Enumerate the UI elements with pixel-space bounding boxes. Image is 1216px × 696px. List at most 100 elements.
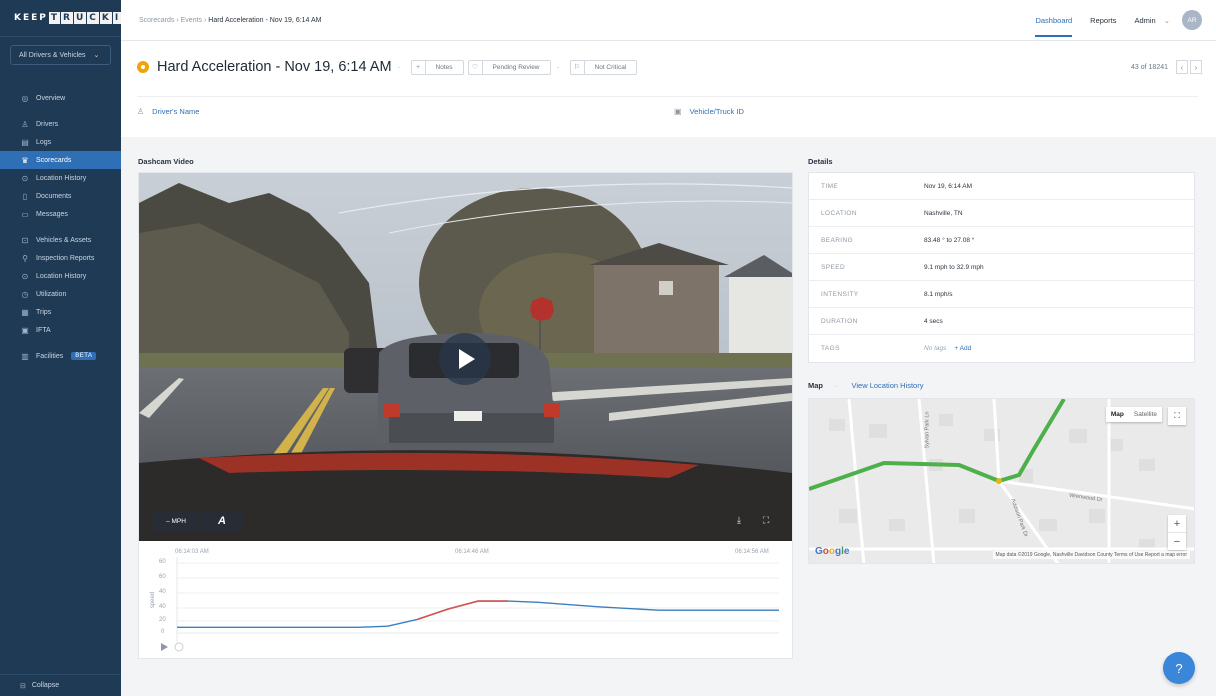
- fullscreen-icon[interactable]: ⛶: [763, 515, 769, 526]
- help-button[interactable]: ?: [1163, 652, 1195, 684]
- detail-row-intensity: INTENSITY 8.1 mph/s: [809, 281, 1194, 308]
- sidebar-item-documents[interactable]: ▯ Documents: [0, 187, 121, 205]
- heading-indicator: A: [201, 511, 243, 531]
- detail-key: LOCATION: [821, 209, 857, 217]
- driver-name: Driver's Name: [152, 107, 200, 116]
- street-label: Sylvan Park Ln: [924, 411, 931, 449]
- detail-row-tags: TAGS No tags + Add: [809, 335, 1194, 362]
- separator-dot: ·: [397, 62, 401, 72]
- sidebar-item-location-history[interactable]: ⊙ Location History: [0, 169, 121, 187]
- scope-selector[interactable]: All Drivers & Vehicles ⌄: [10, 45, 111, 65]
- zoom-in-button[interactable]: +: [1168, 515, 1186, 532]
- notes-button[interactable]: + Notes: [410, 59, 464, 75]
- wrench-icon: ⚲: [22, 253, 28, 263]
- person-icon: ♙: [21, 119, 29, 129]
- sidebar-item-facilities[interactable]: ▥ Facilities BETA: [0, 347, 121, 365]
- sidebar-item-inspection-reports[interactable]: ⚲ Inspection Reports: [0, 249, 121, 267]
- detail-value: Nov 19, 6:14 AM: [924, 182, 973, 190]
- driver-link[interactable]: ♙ Driver's Name: [137, 107, 199, 116]
- breadcrumb-scorecards[interactable]: Scorecards: [139, 17, 174, 24]
- top-bar: Scorecards › Events › Hard Acceleration …: [121, 0, 1216, 41]
- download-icon[interactable]: ⤓: [737, 515, 741, 526]
- pager-count: 43 of 18241: [1131, 63, 1168, 71]
- calendar-icon: ▦: [21, 307, 29, 317]
- dashcam-video[interactable]: – MPH A ⤓ ⛶: [139, 173, 792, 541]
- zoom-out-button[interactable]: −: [1168, 533, 1186, 550]
- map-type-satellite[interactable]: Satellite: [1129, 407, 1162, 422]
- play-button[interactable]: [439, 333, 491, 385]
- sidebar-item-label: Location History: [36, 174, 87, 182]
- plus-icon: +: [412, 60, 426, 74]
- logo-letter: R: [61, 12, 73, 24]
- critical-status-label: Not Critical: [594, 63, 627, 71]
- collapse-icon: ⊟: [20, 682, 26, 690]
- view-location-history-link[interactable]: View Location History: [852, 381, 924, 390]
- chevron-down-icon: ⌄: [93, 52, 100, 59]
- map-fullscreen-icon[interactable]: ⛶: [1168, 407, 1186, 425]
- event-marker[interactable]: [996, 478, 1002, 484]
- breadcrumb-events[interactable]: Events: [181, 17, 202, 24]
- event-pager: 43 of 18241 ‹ ›: [1131, 60, 1202, 74]
- sidebar-item-label: IFTA: [36, 326, 51, 334]
- logo-word: KEEP: [14, 13, 48, 23]
- add-tag-button[interactable]: + Add: [954, 345, 971, 352]
- vehicle-id: Vehicle/Truck ID: [689, 107, 744, 116]
- notes-label: Notes: [435, 63, 453, 71]
- map-type-map[interactable]: Map: [1106, 407, 1129, 422]
- sidebar-item-vehicle-location-history[interactable]: ⊙ Location History: [0, 267, 121, 285]
- truck-icon: ⊡: [21, 235, 29, 245]
- truck-icon: ▣: [674, 107, 682, 116]
- sidebar: KEEP T R U C K I N All Drivers & Vehicle…: [0, 0, 135, 696]
- keeptruckin-logo[interactable]: KEEP T R U C K I N: [0, 0, 135, 37]
- avatar[interactable]: AR: [1182, 10, 1202, 30]
- nav-dashboard[interactable]: Dashboard: [1035, 16, 1073, 37]
- critical-status-button[interactable]: ⚐ Not Critical: [569, 59, 638, 75]
- sidebar-item-trips[interactable]: ▦ Trips: [0, 303, 121, 321]
- map-attribution[interactable]: Map data ©2019 Google, Nashville Davidso…: [992, 551, 1190, 559]
- clock-icon: ◷: [21, 289, 29, 299]
- review-status-button[interactable]: ♡ Pending Review: [467, 59, 551, 75]
- nav-reports[interactable]: Reports: [1090, 16, 1116, 25]
- previous-event-button[interactable]: ‹: [1176, 60, 1188, 74]
- detail-value: Nashville, TN: [924, 209, 963, 217]
- collapse-button[interactable]: ⊟ Collapse: [0, 674, 121, 696]
- detail-key: TIME: [821, 182, 839, 190]
- page-title: Hard Acceleration - Nov 19, 6:14 AM: [157, 59, 392, 75]
- sidebar-item-utilization[interactable]: ◷ Utilization: [0, 285, 121, 303]
- separator-dot: ·: [556, 62, 560, 72]
- dashcam-card: – MPH A ⤓ ⛶ 06:14:03 AM 06:14:46 AM 06:1…: [138, 172, 793, 659]
- sidebar-item-drivers[interactable]: ♙ Drivers: [0, 115, 121, 133]
- nav-admin[interactable]: Admin: [1134, 16, 1155, 25]
- sidebar-item-vehicles-assets[interactable]: ⊡ Vehicles & Assets: [0, 231, 121, 249]
- sidebar-item-label: Overview: [36, 94, 66, 102]
- scope-label: All Drivers & Vehicles: [19, 51, 86, 59]
- event-segment-line: [417, 600, 509, 621]
- speed-chart[interactable]: 06:14:03 AM 06:14:46 AM 06:14:56 AM 60 6…: [139, 545, 792, 657]
- next-event-button[interactable]: ›: [1190, 60, 1202, 74]
- sidebar-item-label: Scorecards: [36, 156, 72, 164]
- detail-row-bearing: BEARING 83.48 ° to 27.08 °: [809, 227, 1194, 254]
- detail-value: No tags: [924, 345, 947, 352]
- chevron-down-icon[interactable]: ⌄: [1164, 16, 1170, 25]
- warning-icon: [137, 61, 149, 73]
- vehicle-link[interactable]: ▣ Vehicle/Truck ID: [674, 107, 744, 116]
- detail-row-duration: DURATION 4 secs: [809, 308, 1194, 335]
- document-icon: ▯: [22, 191, 28, 201]
- sidebar-item-ifta[interactable]: ▣ IFTA: [0, 321, 121, 339]
- pin-icon: ⊙: [21, 271, 29, 281]
- sidebar-item-messages[interactable]: ▭ Messages: [0, 205, 121, 223]
- gauge-icon: ◎: [21, 93, 29, 103]
- sidebar-item-label: Utilization: [36, 290, 67, 298]
- detail-value: 9.1 mph to 32.9 mph: [924, 263, 984, 271]
- sidebar-item-scorecards[interactable]: ♛ Scorecards: [0, 151, 121, 169]
- scrubber-handle[interactable]: [174, 642, 184, 652]
- play-chart-icon[interactable]: [161, 643, 168, 651]
- map-zoom-control: + −: [1168, 515, 1186, 550]
- details-table: TIME Nov 19, 6:14 AM LOCATION Nashville, T…: [808, 172, 1195, 363]
- sidebar-item-label: Documents: [36, 192, 72, 200]
- sidebar-item-overview[interactable]: ◎ Overview: [0, 89, 121, 107]
- route-map[interactable]: Sylvan Park Ln Wrenwood Dr Addison Park …: [808, 398, 1195, 564]
- sidebar-item-logs[interactable]: ▤ Logs: [0, 133, 121, 151]
- sidebar-item-label: Vehicles & Assets: [36, 236, 92, 244]
- dashcam-section-title: Dashcam Video: [138, 157, 194, 166]
